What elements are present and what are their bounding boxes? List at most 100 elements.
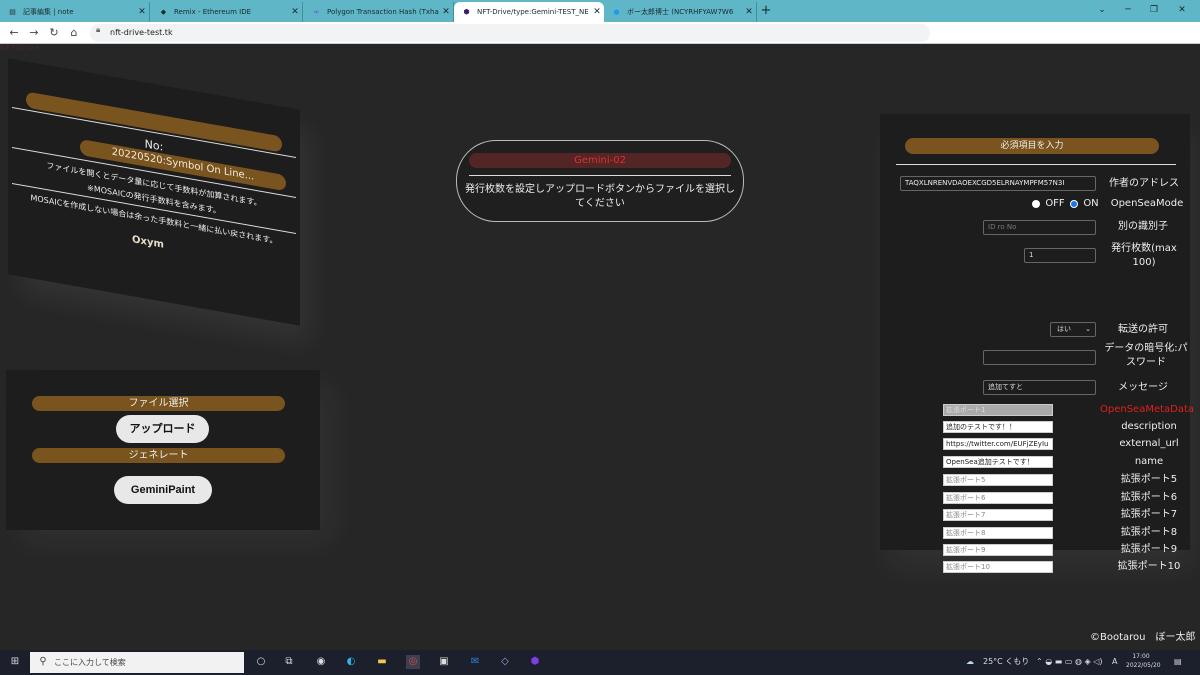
port5-input[interactable]: 拡張ポート5 (943, 474, 1053, 486)
port7-input[interactable]: 拡張ポート7 (943, 509, 1053, 521)
issue-count-label: 発行枚数(max 100) (1111, 243, 1177, 268)
name-input[interactable]: OpenSea追加テストです！ (943, 456, 1053, 468)
url-field[interactable]: nft-drive-test.tk (90, 24, 930, 42)
close-icon[interactable]: ✕ (742, 7, 756, 17)
chevron-down-icon[interactable]: ⌄ (1090, 2, 1114, 18)
identifier-input[interactable]: ID ro No (983, 220, 1096, 235)
instruction-text: 発行枚数を設定しアップロードボタンからファイルを選択してください (465, 184, 735, 209)
transfer-select[interactable]: はい ⌄ (1050, 322, 1096, 337)
site-logo: NFTDrive (0, 44, 41, 52)
windows-start-icon[interactable]: ⊞ (8, 655, 22, 669)
search-icon: ⚲ (39, 656, 47, 667)
divider (469, 175, 731, 176)
dell-icon[interactable]: ◉ (314, 655, 328, 669)
close-icon[interactable]: ✕ (135, 7, 149, 17)
form-title: 必須項目を入力 (905, 138, 1159, 154)
name-label: name (1134, 456, 1164, 467)
weather-icon: ☁ (966, 657, 974, 666)
issue-count-input[interactable]: 1 (1024, 248, 1096, 263)
task-view-icon[interactable]: ⧉ (282, 655, 296, 669)
port8-label: 拡張ポート8 (1120, 527, 1178, 538)
opensea-on-radio[interactable] (1070, 200, 1078, 208)
page-content: NFTDrive No: 20220520:Symbol On Line... … (0, 44, 1200, 650)
mail-icon[interactable]: ✉ (468, 655, 482, 669)
encrypt-password-input[interactable] (983, 350, 1096, 365)
gemini-title: Gemini-02 (469, 153, 731, 168)
chrome-icon[interactable]: ◎ (406, 655, 420, 669)
close-icon[interactable]: ✕ (439, 7, 453, 17)
polygon-icon: ∞ (313, 8, 320, 16)
mosaic-card: No: 20220520:Symbol On Line... ファイルを開くとデ… (8, 58, 300, 326)
required-form: 必須項目を入力 TAQXLNRENVDAOEXCGD5ELRNAYMPFM57N… (880, 114, 1194, 573)
tab-nft-drive[interactable]: ⬢ NFT-Drive/type:Gemini-TEST_NE ✕ (454, 2, 604, 22)
tab-remix[interactable]: ◆ Remix - Ethereum IDE ✕ (151, 2, 303, 22)
file-select-bar[interactable]: ファイル選択 (32, 396, 285, 411)
nft-app-icon[interactable]: ⬢ (528, 655, 542, 669)
status-panel: Gemini-02 発行枚数を設定しアップロードボタンからファイルを選択してくだ… (456, 140, 744, 222)
port6-label: 拡張ポート6 (1120, 492, 1178, 503)
port10-label: 拡張ポート10 (1117, 561, 1181, 572)
encrypt-label: データの暗号化:パスワード (1104, 343, 1188, 368)
lock-icon: 🔒︎ (96, 25, 101, 34)
message-label: メッセージ (1118, 382, 1168, 393)
port7-label: 拡張ポート7 (1120, 509, 1178, 520)
home-icon[interactable]: ⌂ (66, 25, 82, 41)
transfer-label: 転送の許可 (1118, 324, 1168, 335)
tab-twitter[interactable]: ● ボー太郎博士 (NCYRHFYAW7W6 ✕ (604, 2, 757, 22)
taskbar-search[interactable]: ここに入力して検索 (30, 652, 244, 673)
notification-icon[interactable]: ▤ (1174, 654, 1182, 670)
on-label: ON (1083, 198, 1099, 209)
folder-icon[interactable]: ▬ (375, 655, 389, 669)
store-icon[interactable]: ▣ (437, 655, 451, 669)
edge-icon[interactable]: ◐ (344, 655, 358, 669)
author-address-input[interactable]: TAQXLNRENVDAOEXCGD5ELRNAYMPFM57N3I (900, 176, 1096, 191)
divider (896, 164, 1176, 165)
forward-icon[interactable]: → (26, 25, 42, 41)
ime-icon[interactable]: A (1112, 654, 1117, 670)
external-url-input[interactable]: https://twitter.com/EUFjZEyIu (943, 438, 1053, 450)
tray-icons[interactable]: ⌃ ◒ ▬ ▭ ◍ ◈ ◁) (1036, 654, 1102, 670)
app-icon[interactable]: ◇ (498, 655, 512, 669)
author-address-label: 作者のアドレス (1109, 178, 1179, 189)
minimize-icon[interactable]: ─ (1116, 2, 1140, 18)
remix-icon: ◆ (160, 8, 167, 16)
tab-polygon[interactable]: ∞ Polygon Transaction Hash (Txhas ✕ (304, 2, 454, 22)
taskbar: ⊞ ここに入力して検索 ⚲ ○ ⧉ ◉ ◐ ▬ ◎ ▣ ✉ ◇ ⬢ ☁ 25°C… (0, 650, 1200, 675)
clock[interactable]: 17:00 2022/05/20 (1126, 652, 1161, 670)
browser-tab-bar: ▤ 記事編集 | note ✕ ◆ Remix - Ethereum IDE ✕… (0, 0, 1200, 22)
credit-text: ©Bootarou ぼー太郎 (1090, 632, 1196, 643)
port9-input[interactable]: 拡張ポート9 (943, 544, 1053, 556)
generate-bar[interactable]: ジェネレート (32, 448, 285, 463)
close-icon[interactable]: ✕ (590, 7, 604, 17)
new-tab-icon[interactable]: + (759, 4, 773, 18)
chevron-down-icon: ⌄ (1085, 325, 1091, 333)
address-toolbar: ← → ↻ ⌂ nft-drive-test.tk ▦ ⇪ ☆ ◌ 8 ◔ ◆ … (0, 22, 1200, 59)
note-icon: ▤ (9, 8, 16, 16)
close-icon[interactable]: ✕ (288, 7, 302, 17)
message-input[interactable]: 追加てすと (983, 380, 1096, 395)
gemini-paint-button[interactable]: GeminiPaint (114, 476, 212, 504)
restore-icon[interactable]: ❐ (1142, 2, 1166, 18)
off-label: OFF (1045, 198, 1065, 209)
reload-icon[interactable]: ↻ (46, 25, 62, 41)
port8-input[interactable]: 拡張ポート8 (943, 527, 1053, 539)
port9-label: 拡張ポート9 (1120, 544, 1178, 555)
port1-input[interactable]: 拡張ポート1 (943, 404, 1053, 416)
port6-input[interactable]: 拡張ポート6 (943, 492, 1053, 504)
upload-button[interactable]: アップロード (116, 415, 209, 443)
window-close-icon[interactable]: ✕ (1170, 2, 1194, 18)
oxym-logo: Oxym (132, 234, 164, 251)
back-icon[interactable]: ← (6, 25, 22, 41)
description-label: description (1121, 421, 1177, 432)
twitter-icon: ● (613, 8, 620, 16)
tab-note[interactable]: ▤ 記事編集 | note ✕ (0, 2, 150, 22)
port5-label: 拡張ポート5 (1120, 474, 1178, 485)
opensea-off-radio[interactable] (1032, 200, 1040, 208)
weather-text[interactable]: 25°C くもり (983, 654, 1029, 670)
nft-drive-icon: ⬢ (463, 8, 470, 16)
description-input[interactable]: 追加のテストです！！ (943, 421, 1053, 433)
cortana-icon[interactable]: ○ (254, 655, 268, 669)
port10-input[interactable]: 拡張ポート10 (943, 561, 1053, 573)
identifier-label: 別の識別子 (1118, 221, 1168, 232)
external-url-label: external_url (1119, 438, 1179, 449)
